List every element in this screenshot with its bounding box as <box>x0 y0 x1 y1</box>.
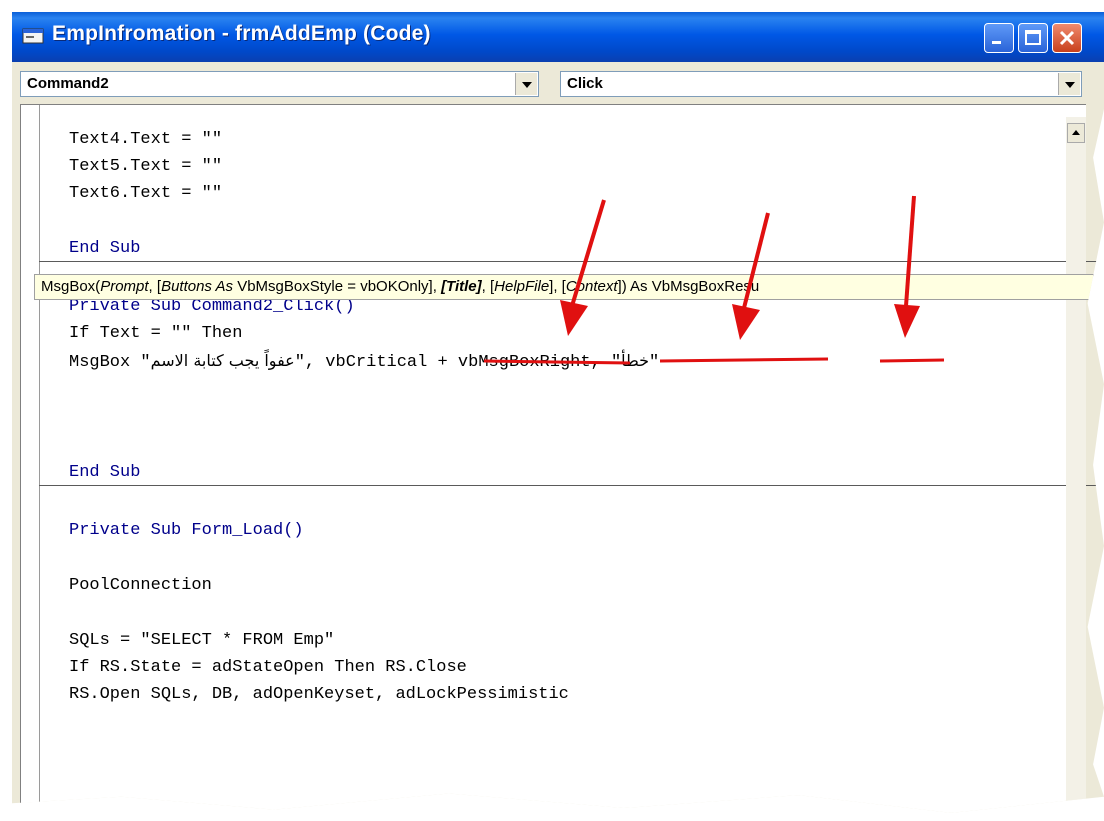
procedure-combo-dropdown-button[interactable] <box>1058 73 1080 95</box>
code-line[interactable]: PoolConnection <box>69 576 212 595</box>
minimize-button[interactable] <box>984 23 1014 53</box>
scroll-up-button[interactable] <box>1067 123 1085 143</box>
object-combo[interactable]: Command2 <box>20 71 539 97</box>
code-line[interactable]: Text5.Text = "" <box>69 157 222 176</box>
code-window: EmpInfromation - frmAddEmp (Code) Comman… <box>12 12 1104 813</box>
code-line[interactable]: If RS.State = adStateOpen Then RS.Close <box>69 658 467 677</box>
maximize-icon <box>1025 30 1041 45</box>
procedure-separator <box>39 485 1104 486</box>
code-line[interactable]: If Text = "" Then <box>69 324 242 343</box>
code-line[interactable]: Text4.Text = "" <box>69 130 222 149</box>
procedure-combo-value: Click <box>567 75 603 92</box>
tooltip-current-param: [Title] <box>441 278 482 295</box>
object-combo-value: Command2 <box>27 75 109 92</box>
code-line[interactable]: SQLs = "SELECT * FROM Emp" <box>69 631 334 650</box>
vertical-scrollbar[interactable] <box>1066 117 1086 813</box>
procedure-separator <box>39 261 1104 262</box>
code-line[interactable]: Text6.Text = "" <box>69 184 222 203</box>
app-form-icon <box>22 28 44 44</box>
minimize-icon <box>992 41 1001 44</box>
maximize-button[interactable] <box>1018 23 1048 53</box>
arabic-title-text: خطأ <box>621 351 650 370</box>
object-combo-dropdown-button[interactable] <box>515 73 537 95</box>
procedure-combo[interactable]: Click <box>560 71 1082 97</box>
intellisense-tooltip: MsgBox(Prompt, [Buttons As VbMsgBoxStyle… <box>34 274 1094 300</box>
code-line[interactable]: RS.Open SQLs, DB, adOpenKeyset, adLockPe… <box>69 685 569 704</box>
code-line[interactable]: End Sub <box>69 239 140 258</box>
window-title: EmpInfromation - frmAddEmp (Code) <box>52 22 431 45</box>
code-line-msgbox[interactable]: MsgBox "عفواً يجب كتابة الاسم", vbCritic… <box>69 351 659 372</box>
title-bar[interactable]: EmpInfromation - frmAddEmp (Code) <box>12 12 1104 62</box>
code-editor[interactable]: Text4.Text = "" Text5.Text = "" Text6.Te… <box>20 104 1104 813</box>
close-button[interactable] <box>1052 23 1082 53</box>
margin-indicator-bar[interactable] <box>21 105 40 813</box>
arabic-prompt-text: عفواً يجب كتابة الاسم <box>150 351 295 370</box>
code-line[interactable]: End Sub <box>69 463 140 482</box>
close-icon <box>1059 30 1075 46</box>
code-line[interactable]: Private Sub Form_Load() <box>69 521 304 540</box>
code-area[interactable]: Text4.Text = "" Text5.Text = "" Text6.Te… <box>39 105 1104 813</box>
